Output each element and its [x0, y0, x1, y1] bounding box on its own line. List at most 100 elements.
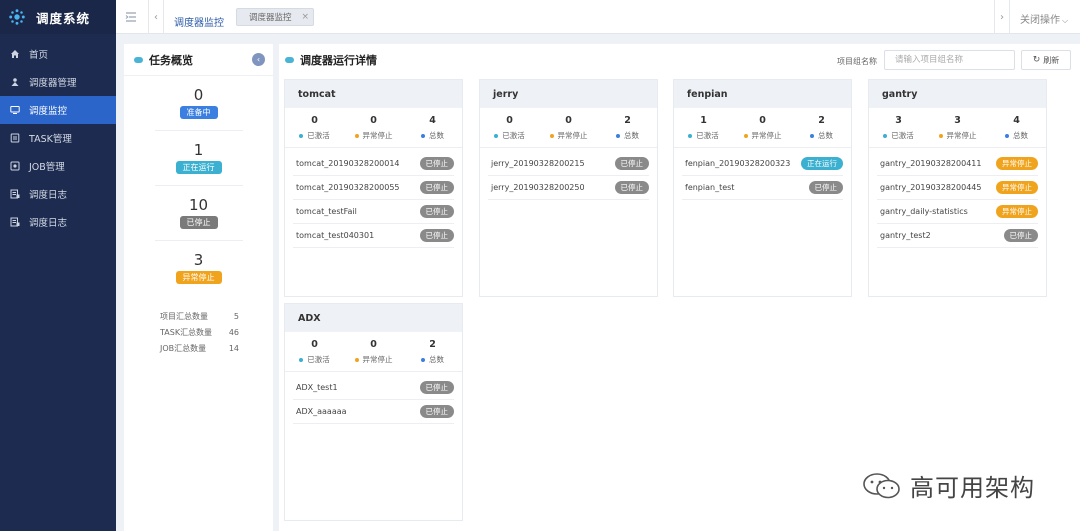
- refresh-label: 刷新: [1043, 55, 1060, 65]
- project-stat: 0 异常停止: [344, 338, 403, 371]
- sidebar-item-label: 首页: [29, 50, 49, 61]
- project-stats: 0 已激活 0 异常停止 2 总数: [480, 108, 657, 148]
- project-stat: 2 总数: [598, 114, 657, 147]
- project-card-title: fenpian: [674, 80, 851, 108]
- task-row[interactable]: jerry_20190328200250 已停止: [488, 176, 649, 200]
- project-stat: 2 总数: [792, 114, 851, 147]
- status-dot-icon: [616, 133, 620, 138]
- task-row[interactable]: gantry_20190328200411 异常停止: [877, 152, 1038, 176]
- tabs-scroll-left-button[interactable]: ‹: [148, 0, 164, 34]
- project-stat-label: 总数: [598, 130, 657, 141]
- task-row[interactable]: gantry_20190328200445 异常停止: [877, 176, 1038, 200]
- project-card-title: tomcat: [285, 80, 462, 108]
- project-stat-label: 总数: [403, 130, 462, 141]
- task-row[interactable]: fenpian_20190328200323 正在运行: [682, 152, 843, 176]
- sidebar-item-label: 调度器管理: [29, 78, 77, 89]
- status-badge: 异常停止: [996, 181, 1038, 194]
- sidebar-item-home[interactable]: 首页: [0, 40, 116, 68]
- project-stat-value: 4: [1013, 115, 1020, 126]
- task-name: gantry_daily-statistics: [880, 207, 968, 216]
- task-row[interactable]: gantry_daily-statistics 异常停止: [877, 200, 1038, 224]
- sidebar-item-schedule-log-1[interactable]: 调度日志: [0, 180, 116, 208]
- monitor-icon: [10, 105, 20, 115]
- project-card-title: jerry: [480, 80, 657, 108]
- project-stat-value: 0: [311, 339, 318, 350]
- project-stat-label-text: 总数: [1013, 131, 1028, 140]
- project-stat-value: 0: [506, 115, 513, 126]
- task-name: ADX_aaaaaa: [296, 407, 347, 416]
- status-badge: 已停止: [419, 405, 454, 418]
- status-badge: 已停止: [614, 157, 649, 170]
- project-card-1: jerry 0 已激活 0 异常停止 2 总数 jerry_20190328200215 已停止…: [479, 79, 658, 297]
- summary-label: JOB汇总数量: [160, 343, 207, 353]
- status-dot-icon: [938, 133, 943, 138]
- task-row[interactable]: ADX_aaaaaa 已停止: [293, 400, 454, 424]
- collapse-button[interactable]: ‹: [252, 53, 265, 66]
- sidebar-item-label: 调度日志: [29, 218, 68, 229]
- project-stat-label: 异常停止: [539, 130, 598, 141]
- project-card-0: tomcat 0 已激活 0 异常停止 4 总数 tomcat_20190328200014 已…: [284, 79, 463, 297]
- task-row[interactable]: tomcat_20190328200055 已停止: [293, 176, 454, 200]
- scheduler-detail-panel: 调度器运行详情 项目组名称 ↻刷新 tomcat0已激活0异常停止4总数tomc…: [279, 44, 1080, 531]
- sidebar-item-label: 调度监控: [29, 106, 68, 117]
- overview-header: 任务概览: [124, 44, 273, 76]
- search-label: 项目组名称: [837, 57, 877, 66]
- status-badge: 异常停止: [996, 157, 1038, 170]
- task-row[interactable]: fenpian_test 已停止: [682, 176, 843, 200]
- status-badge: 已停止: [419, 381, 454, 394]
- task-row[interactable]: tomcat_20190328200014 已停止: [293, 152, 454, 176]
- project-stat-label: 总数: [403, 354, 462, 365]
- tab-scheduler-monitor[interactable]: 调度器监控 ×: [236, 8, 314, 26]
- project-stat-value: 3: [895, 115, 902, 126]
- task-name: jerry_20190328200215: [491, 159, 585, 168]
- sidebar-menu: 首页 调度器管理 调度监控 TASK管理 JOB管理 调度日志 调度日志: [0, 40, 116, 236]
- sidebar-item-label: JOB管理: [29, 162, 65, 173]
- task-row[interactable]: tomcat_test040301 已停止: [293, 224, 454, 248]
- watermark: 高可用架构: [862, 468, 1035, 503]
- project-stat-label-text: 总数: [429, 131, 444, 140]
- project-stat-label: 已激活: [869, 130, 928, 141]
- menu-toggle-icon[interactable]: [124, 10, 138, 24]
- sidebar-item-job-manage[interactable]: JOB管理: [0, 152, 116, 180]
- task-row[interactable]: tomcat_testFail 已停止: [293, 200, 454, 224]
- task-name: tomcat_20190328200014: [296, 159, 400, 168]
- close-operations-label: 关闭操作: [1020, 15, 1060, 26]
- refresh-button[interactable]: ↻ 刷新: [1021, 50, 1071, 70]
- sidebar-item-scheduler-monitor[interactable]: 调度监控: [0, 96, 116, 124]
- project-stat: 1 已激活: [674, 114, 733, 147]
- status-dot-icon: [494, 133, 499, 138]
- task-icon: [10, 133, 20, 143]
- wechat-icon: [863, 472, 900, 498]
- project-stat-label: 异常停止: [344, 130, 403, 141]
- watermark-text: 高可用架构: [910, 474, 1035, 502]
- sidebar-item-scheduler-manage[interactable]: 调度器管理: [0, 68, 116, 96]
- status-dot-icon: [421, 357, 425, 362]
- project-stat-value: 2: [818, 115, 825, 126]
- close-operations-dropdown[interactable]: 关闭操作 ⌵: [1020, 11, 1068, 26]
- scheduler-icon: [10, 77, 20, 87]
- current-page-tab[interactable]: 调度器监控: [174, 14, 224, 29]
- project-stats: 0 已激活 0 异常停止 2 总数: [285, 332, 462, 372]
- task-row[interactable]: ADX_test1 已停止: [293, 376, 454, 400]
- task-row[interactable]: gantry_test2 已停止: [877, 224, 1038, 248]
- task-overview-panel: 任务概览 ‹ 0 准备中 1 正在运行 10 已停止 3 异常停止 项目汇总数量…: [124, 44, 273, 531]
- status-badge: 已停止: [808, 181, 843, 194]
- project-search-input[interactable]: [884, 50, 1015, 70]
- project-stat-value: 0: [311, 115, 318, 126]
- sidebar-item-label: 调度日志: [29, 190, 68, 201]
- project-stat-label: 异常停止: [344, 354, 403, 365]
- sidebar-item-task-manage[interactable]: TASK管理: [0, 124, 116, 152]
- tabs-scroll-right-button[interactable]: ›: [994, 0, 1010, 34]
- overview-title: 任务概览: [149, 53, 193, 67]
- app-logo-icon: [9, 9, 25, 25]
- summary-value: 5: [233, 311, 239, 321]
- sidebar-item-schedule-log-2[interactable]: 调度日志: [0, 208, 116, 236]
- status-badge: 异常停止: [175, 271, 222, 284]
- status-badge: 异常停止: [996, 205, 1038, 218]
- sidebar-item-label: TASK管理: [29, 134, 72, 145]
- project-stat-label: 异常停止: [733, 130, 792, 141]
- status-badge: 已停止: [1003, 229, 1038, 242]
- close-icon[interactable]: ×: [302, 12, 310, 22]
- task-row[interactable]: jerry_20190328200215 已停止: [488, 152, 649, 176]
- job-icon: [10, 161, 20, 171]
